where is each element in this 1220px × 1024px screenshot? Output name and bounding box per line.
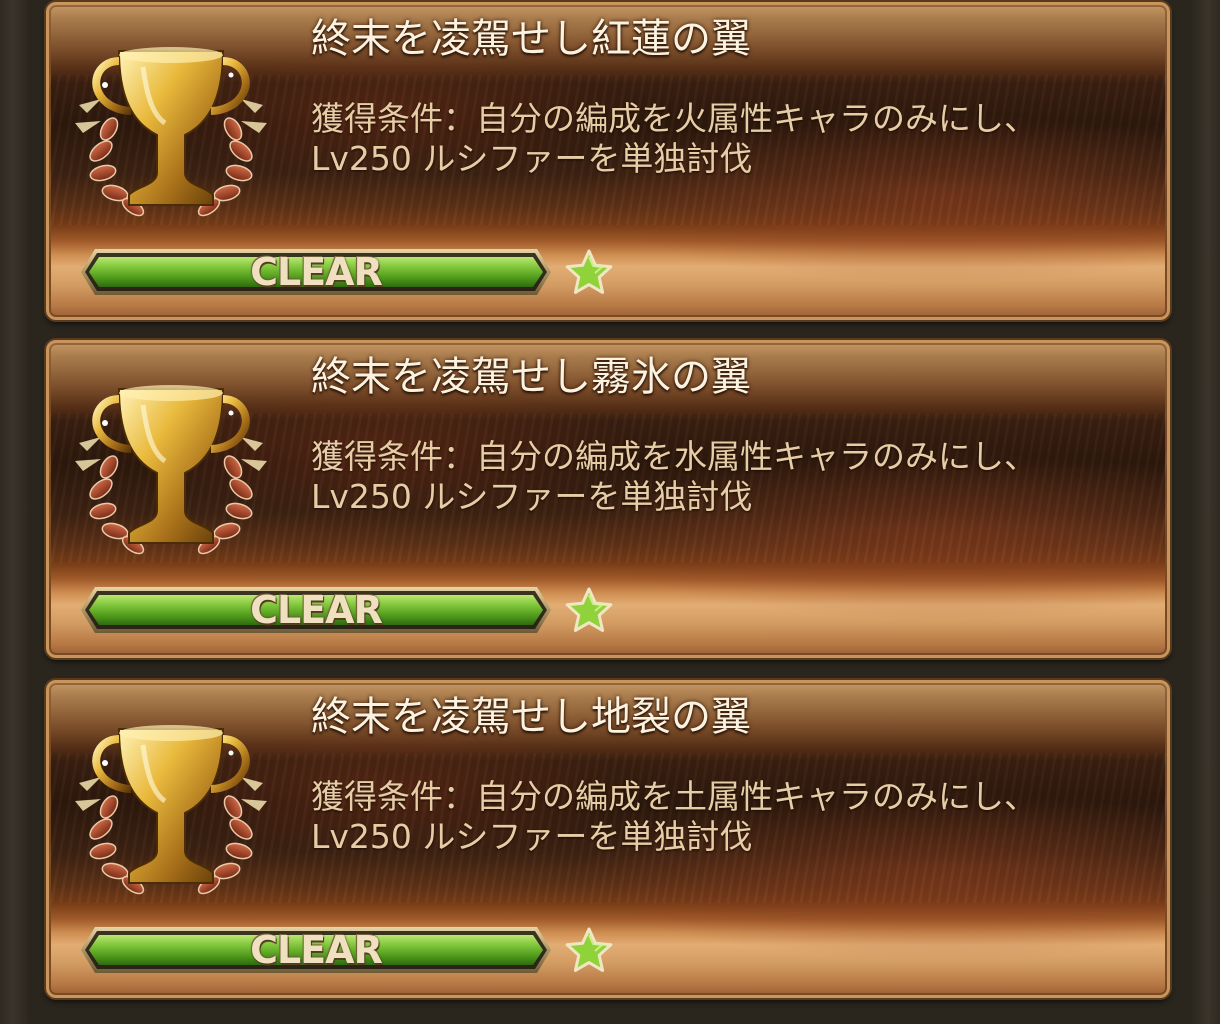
progress-bar: CLEAR (81, 927, 551, 973)
progress-bar: CLEAR (81, 249, 551, 295)
progress-bar: CLEAR (81, 587, 551, 633)
trophy-card[interactable]: 終末を凌駕せし紅蓮の翼 獲得条件：自分の編成を火属性キャラのみにし、 Lv250… (46, 2, 1170, 320)
star-icon (565, 587, 613, 632)
description-line: Lv250 ルシファーを単独討伐 (311, 477, 753, 516)
achievement-list: 終末を凌駕せし紅蓮の翼 獲得条件：自分の編成を火属性キャラのみにし、 Lv250… (0, 0, 1220, 1024)
trophy-title: 終末を凌駕せし霧氷の翼 (311, 354, 751, 400)
clear-label: CLEAR (250, 928, 383, 972)
description-line: 獲得条件：自分の編成を土属性キャラのみにし、 (311, 777, 1037, 816)
trophy-title: 終末を凌駕せし紅蓮の翼 (311, 16, 751, 62)
trophy-cup-icon (75, 47, 267, 217)
trophy-card[interactable]: 終末を凌駕せし霧氷の翼 獲得条件：自分の編成を水属性キャラのみにし、 Lv250… (46, 340, 1170, 658)
clear-label: CLEAR (250, 250, 383, 294)
trophy-card[interactable]: 終末を凌駕せし地裂の翼 獲得条件：自分の編成を土属性キャラのみにし、 Lv250… (46, 680, 1170, 998)
trophy-cup-icon (75, 725, 267, 895)
trophy-description: 獲得条件：自分の編成を水属性キャラのみにし、 Lv250 ルシファーを単独討伐 (311, 437, 1151, 517)
star-icon (565, 927, 613, 972)
description-line: 獲得条件：自分の編成を火属性キャラのみにし、 (311, 99, 1037, 138)
trophy-description: 獲得条件：自分の編成を土属性キャラのみにし、 Lv250 ルシファーを単独討伐 (311, 777, 1151, 857)
clear-label: CLEAR (250, 588, 383, 632)
trophy-description: 獲得条件：自分の編成を火属性キャラのみにし、 Lv250 ルシファーを単独討伐 (311, 99, 1151, 179)
description-line: 獲得条件：自分の編成を水属性キャラのみにし、 (311, 437, 1037, 476)
trophy-cup-icon (75, 385, 267, 555)
trophy-title: 終末を凌駕せし地裂の翼 (311, 694, 751, 740)
description-line: Lv250 ルシファーを単独討伐 (311, 139, 753, 178)
star-icon (565, 249, 613, 294)
description-line: Lv250 ルシファーを単独討伐 (311, 817, 753, 856)
